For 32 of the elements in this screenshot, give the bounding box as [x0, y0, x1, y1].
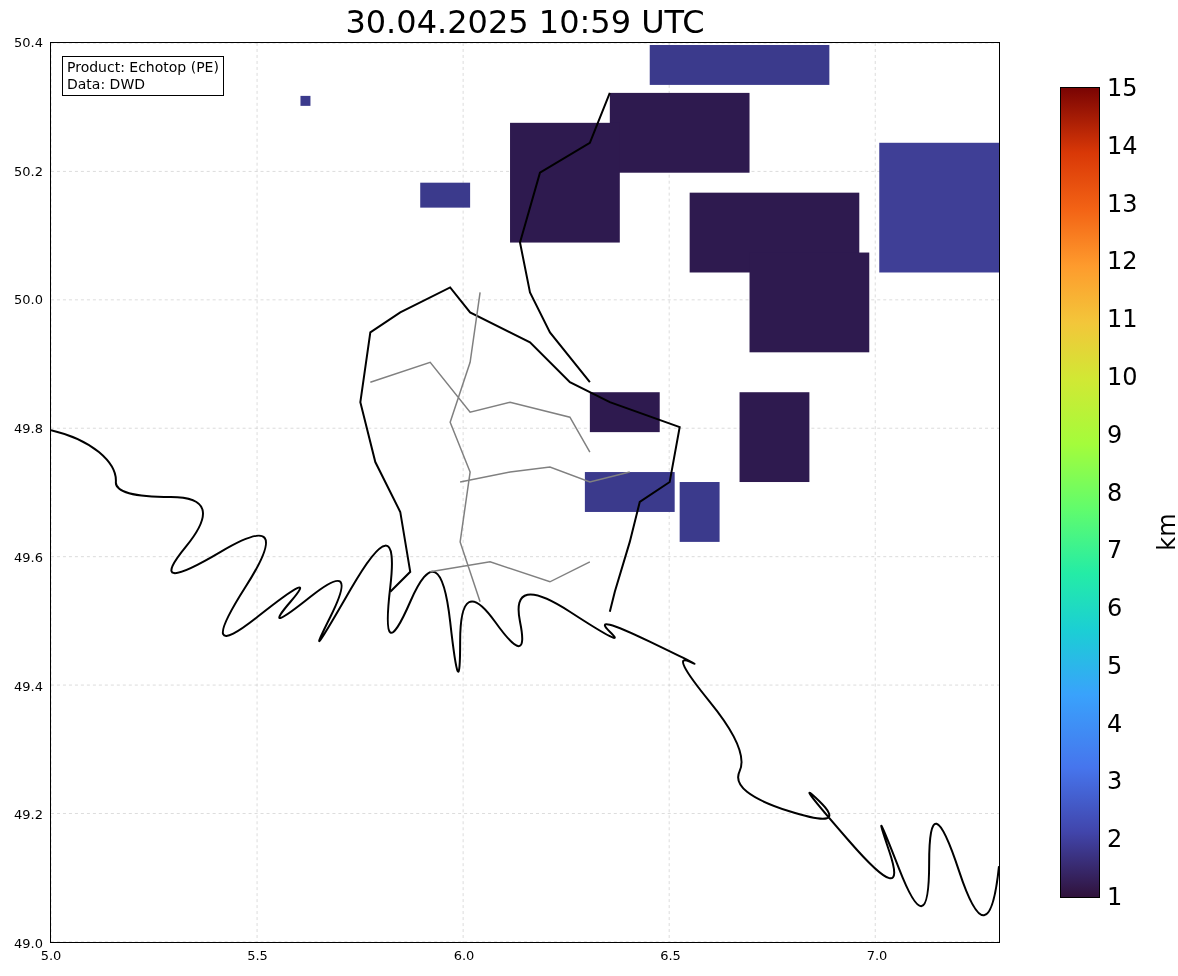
colorbar-tick-label: 11	[1107, 305, 1138, 334]
x-tick-label: 6.5	[660, 948, 681, 963]
colorbar-tick-label: 10	[1107, 362, 1138, 391]
colorbar-tick-label: 13	[1107, 189, 1138, 218]
colorbar-label: km	[1152, 512, 1178, 551]
y-tick-label: 49.8	[14, 421, 43, 437]
colorbar-tick-label: 8	[1107, 478, 1123, 507]
x-tick-label: 7.0	[866, 948, 888, 963]
colorbar-tick-label: 15	[1107, 74, 1138, 102]
y-tick-label: 49.2	[14, 807, 43, 823]
y-tick-label: 49.6	[14, 549, 43, 565]
colorbar-tick-label: 6	[1107, 594, 1123, 623]
y-tick-label: 50.4	[14, 35, 43, 50]
y-tick-label: 50.2	[14, 163, 43, 179]
chart-title: 30.04.2025 10:59 UTC	[344, 2, 706, 42]
colorbar-tick-label: 12	[1107, 247, 1138, 276]
colorbar-tick-label: 1	[1107, 883, 1123, 911]
colorbar-tick-label: 7	[1107, 536, 1123, 565]
y-tick-label: 50.0	[14, 292, 43, 308]
legend-text: Data: DWD	[67, 76, 146, 93]
x-tick-label: 5.5	[247, 948, 268, 963]
x-tick-label: 5.0	[40, 948, 62, 963]
colorbar-tick-label: 3	[1107, 767, 1123, 796]
colorbar-tick-label: 14	[1107, 131, 1138, 160]
colorbar-tick-label: 2	[1107, 825, 1123, 854]
colorbar-tick-label: 4	[1107, 709, 1123, 738]
colorbar-tick-label: 9	[1107, 420, 1123, 449]
colorbar-tick-label: 5	[1107, 651, 1123, 680]
legend-text: Product: Echotop (PE)	[67, 59, 219, 76]
y-tick-label: 49.4	[14, 678, 43, 694]
y-tick-label: 49.0	[14, 935, 43, 951]
x-tick-label: 6.0	[453, 948, 475, 963]
